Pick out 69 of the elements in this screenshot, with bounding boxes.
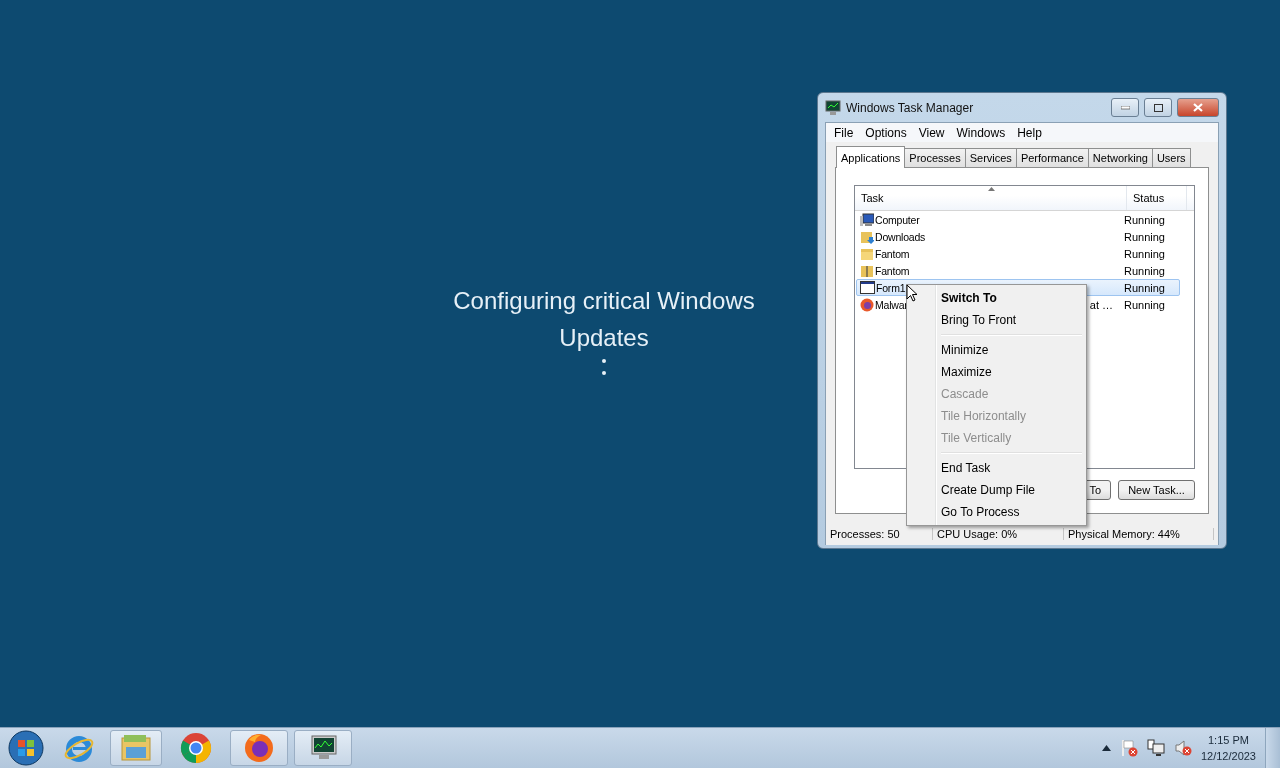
progress-dots-icon <box>601 358 607 376</box>
network-icon <box>1146 739 1165 757</box>
speaker-muted-icon <box>1173 739 1192 757</box>
status-text: Processes: 50 <box>826 528 933 540</box>
minimize-button[interactable] <box>1111 98 1139 117</box>
start-button[interactable] <box>8 730 44 766</box>
status-message: Updates <box>559 323 649 353</box>
menu-item[interactable]: Options <box>859 125 913 140</box>
tab[interactable]: Users <box>1151 148 1191 168</box>
task-status: Running <box>1123 264 1166 277</box>
folder-icon <box>860 229 874 244</box>
task-name[interactable]: Form1 <box>876 281 906 294</box>
maximize-icon <box>1153 103 1163 112</box>
chrome-icon <box>180 732 212 764</box>
taskbar-button[interactable] <box>294 730 352 766</box>
menu-item[interactable]: Bring To Front <box>909 309 1084 331</box>
task-name[interactable]: Malwar <box>875 298 908 311</box>
close-button[interactable] <box>1177 98 1219 117</box>
task-status: Running <box>1123 213 1166 226</box>
maximize-button[interactable] <box>1144 98 1172 117</box>
menu-item[interactable]: Minimize <box>909 339 1084 361</box>
task-name[interactable]: Downloads <box>875 230 926 243</box>
firefox-icon <box>860 297 874 312</box>
task-name[interactable]: Fantom <box>875 247 910 260</box>
mouse-pointer-icon <box>906 284 918 302</box>
clock-time[interactable]: 1:15 PM <box>1208 732 1249 748</box>
tab[interactable]: Applications <box>836 146 906 168</box>
menu-item[interactable]: Go To Process <box>909 501 1084 523</box>
action-button[interactable]: New Task... <box>1118 480 1195 500</box>
show-hidden-icons-icon <box>1101 745 1111 751</box>
status-text: CPU Usage: 0% <box>933 528 1064 540</box>
monitor-icon <box>825 100 841 115</box>
status-text: Physical Memory: 44% <box>1064 528 1214 540</box>
clock-date[interactable]: 12/12/2023 <box>1200 748 1256 764</box>
window-icon <box>860 280 875 295</box>
task-status: Running <box>1123 298 1166 311</box>
menu-item[interactable]: Help <box>1011 125 1048 140</box>
column-header[interactable]: Status <box>1127 186 1187 210</box>
task-name: at … <box>1089 298 1113 311</box>
task-status: Running <box>1123 247 1166 260</box>
tab[interactable]: Processes <box>904 148 966 168</box>
menu-item: Tile Vertically <box>940 430 1013 447</box>
task-status: Running <box>1123 281 1166 294</box>
menu-item[interactable]: View <box>912 125 951 140</box>
menu-item[interactable]: Windows <box>950 125 1012 140</box>
close-icon <box>1193 103 1203 112</box>
menu-item: Tile Horizontally <box>940 408 1027 425</box>
menu-item[interactable]: Create Dump File <box>909 479 1084 501</box>
tab[interactable]: Services <box>964 148 1017 168</box>
window-title: Windows Task Manager <box>846 100 975 115</box>
folder-icon <box>860 246 874 261</box>
task-name[interactable]: Fantom <box>875 264 910 277</box>
menu-item[interactable]: End Task <box>909 457 1084 479</box>
sort-arrow-icon <box>988 187 995 192</box>
computer-icon <box>860 212 874 227</box>
menu-item: Cascade <box>940 386 990 403</box>
menu-item[interactable]: Maximize <box>909 361 1084 383</box>
tab[interactable]: Performance <box>1015 148 1089 168</box>
firefox-icon <box>243 732 275 764</box>
taskbar-button[interactable] <box>230 730 288 766</box>
status-message: Configuring critical Windows <box>453 286 755 316</box>
flag-icon <box>1119 739 1138 757</box>
folder-icon <box>120 733 152 763</box>
task-status: Running <box>1123 230 1166 243</box>
task-name[interactable]: Computer <box>875 213 920 226</box>
minimize-icon <box>1120 105 1130 110</box>
menu-item[interactable]: File <box>828 125 860 140</box>
folder-icon <box>860 263 874 278</box>
tab[interactable]: Networking <box>1087 148 1153 168</box>
